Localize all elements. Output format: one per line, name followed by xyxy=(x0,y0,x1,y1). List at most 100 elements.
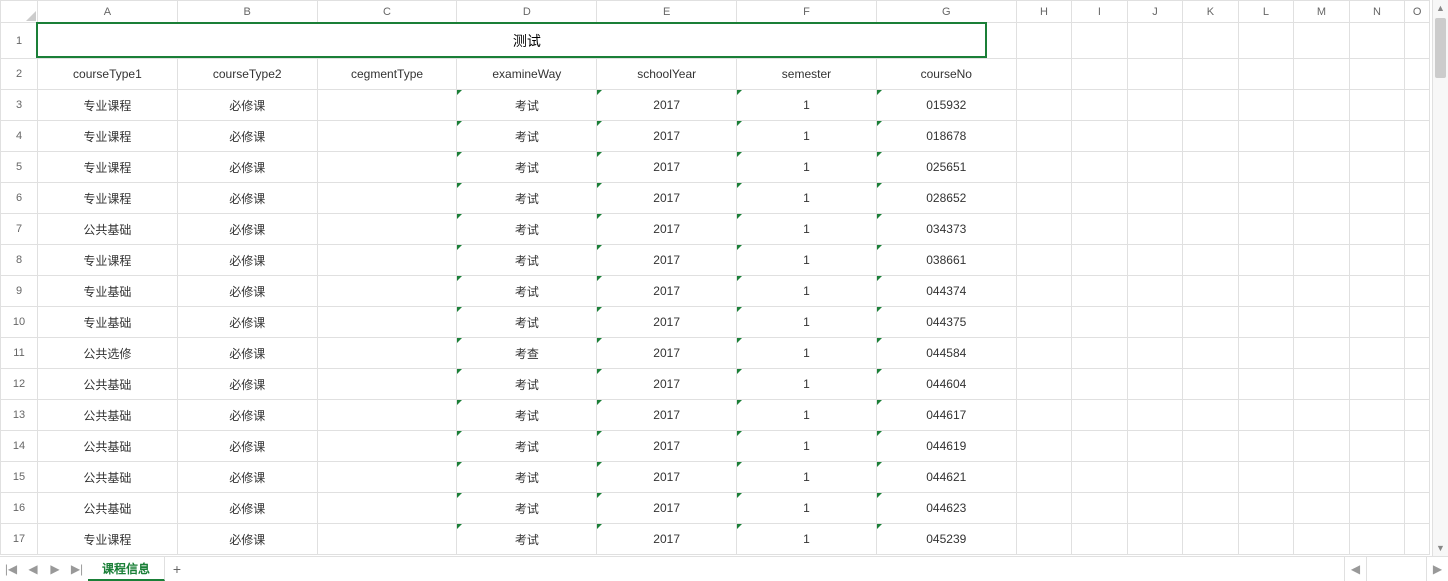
cell-L8[interactable] xyxy=(1238,245,1294,276)
add-sheet-button[interactable]: + xyxy=(165,561,189,577)
cell-H10[interactable] xyxy=(1016,307,1072,338)
cell-J3[interactable] xyxy=(1127,90,1183,121)
col-header-J[interactable]: J xyxy=(1127,1,1183,23)
cell-B11[interactable]: 必修课 xyxy=(177,338,317,369)
cell-N3[interactable] xyxy=(1349,90,1405,121)
cell-B10[interactable]: 必修课 xyxy=(177,307,317,338)
cell-H16[interactable] xyxy=(1016,493,1072,524)
cell-F4[interactable]: 1 xyxy=(737,121,877,152)
cell-N7[interactable] xyxy=(1349,214,1405,245)
row-header-13[interactable]: 13 xyxy=(1,400,38,431)
cell-M5[interactable] xyxy=(1294,152,1350,183)
cell-N9[interactable] xyxy=(1349,276,1405,307)
select-all-corner[interactable] xyxy=(1,1,38,23)
cell-J14[interactable] xyxy=(1127,431,1183,462)
cell-N4[interactable] xyxy=(1349,121,1405,152)
cell-G9[interactable]: 044374 xyxy=(876,276,1016,307)
cell-H1[interactable] xyxy=(1016,23,1072,59)
cell-F3[interactable]: 1 xyxy=(737,90,877,121)
cell-E9[interactable]: 2017 xyxy=(597,276,737,307)
cell-A8[interactable]: 专业课程 xyxy=(38,245,178,276)
cell-F11[interactable]: 1 xyxy=(737,338,877,369)
col-header-O[interactable]: O xyxy=(1405,1,1430,23)
cell-D3[interactable]: 考试 xyxy=(457,90,597,121)
cell-F9[interactable]: 1 xyxy=(737,276,877,307)
cell-H11[interactable] xyxy=(1016,338,1072,369)
col-header-G[interactable]: G xyxy=(876,1,1016,23)
cell-C10[interactable] xyxy=(317,307,457,338)
row-header-16[interactable]: 16 xyxy=(1,493,38,524)
cell-I17[interactable] xyxy=(1072,524,1128,555)
cell-H13[interactable] xyxy=(1016,400,1072,431)
cell-K7[interactable] xyxy=(1183,214,1239,245)
cell-H4[interactable] xyxy=(1016,121,1072,152)
cell-J2[interactable] xyxy=(1127,59,1183,90)
cell-I6[interactable] xyxy=(1072,183,1128,214)
col-header-I[interactable]: I xyxy=(1072,1,1128,23)
cell-K16[interactable] xyxy=(1183,493,1239,524)
row-header-4[interactable]: 4 xyxy=(1,121,38,152)
cell-E4[interactable]: 2017 xyxy=(597,121,737,152)
cell-F10[interactable]: 1 xyxy=(737,307,877,338)
cell-O5[interactable] xyxy=(1405,152,1430,183)
cell-A3[interactable]: 专业课程 xyxy=(38,90,178,121)
cell-J12[interactable] xyxy=(1127,369,1183,400)
cell-H3[interactable] xyxy=(1016,90,1072,121)
cell-D17[interactable]: 考试 xyxy=(457,524,597,555)
cell-B9[interactable]: 必修课 xyxy=(177,276,317,307)
cell-D16[interactable]: 考试 xyxy=(457,493,597,524)
cell-F8[interactable]: 1 xyxy=(737,245,877,276)
cell-K10[interactable] xyxy=(1183,307,1239,338)
cell-J16[interactable] xyxy=(1127,493,1183,524)
cell-I13[interactable] xyxy=(1072,400,1128,431)
cell-A12[interactable]: 公共基础 xyxy=(38,369,178,400)
cell-I4[interactable] xyxy=(1072,121,1128,152)
cell-D13[interactable]: 考试 xyxy=(457,400,597,431)
cell-C6[interactable] xyxy=(317,183,457,214)
cell-L17[interactable] xyxy=(1238,524,1294,555)
cell-O3[interactable] xyxy=(1405,90,1430,121)
cell-C15[interactable] xyxy=(317,462,457,493)
col-header-A[interactable]: A xyxy=(38,1,178,23)
cell-K15[interactable] xyxy=(1183,462,1239,493)
row-header-11[interactable]: 11 xyxy=(1,338,38,369)
cell-E10[interactable]: 2017 xyxy=(597,307,737,338)
tab-nav-last[interactable]: ▶| xyxy=(66,557,88,581)
row-header-2[interactable]: 2 xyxy=(1,59,38,90)
cell-H6[interactable] xyxy=(1016,183,1072,214)
cell-O7[interactable] xyxy=(1405,214,1430,245)
cell-N17[interactable] xyxy=(1349,524,1405,555)
cell-L4[interactable] xyxy=(1238,121,1294,152)
cell-M9[interactable] xyxy=(1294,276,1350,307)
cell-N6[interactable] xyxy=(1349,183,1405,214)
cell-C2[interactable]: cegmentType xyxy=(317,59,457,90)
cell-M3[interactable] xyxy=(1294,90,1350,121)
cell-O1[interactable] xyxy=(1405,23,1430,59)
cell-B4[interactable]: 必修课 xyxy=(177,121,317,152)
spreadsheet-area[interactable]: ABCDEFGHIJKLMNO1测试2courseType1courseType… xyxy=(0,0,1448,556)
cell-C11[interactable] xyxy=(317,338,457,369)
cell-G12[interactable]: 044604 xyxy=(876,369,1016,400)
cell-O15[interactable] xyxy=(1405,462,1430,493)
cell-I14[interactable] xyxy=(1072,431,1128,462)
col-header-E[interactable]: E xyxy=(597,1,737,23)
row-header-10[interactable]: 10 xyxy=(1,307,38,338)
cell-M7[interactable] xyxy=(1294,214,1350,245)
cell-J15[interactable] xyxy=(1127,462,1183,493)
scroll-down-button[interactable]: ▼ xyxy=(1433,540,1448,556)
cell-D6[interactable]: 考试 xyxy=(457,183,597,214)
cell-N14[interactable] xyxy=(1349,431,1405,462)
cell-I9[interactable] xyxy=(1072,276,1128,307)
cell-J9[interactable] xyxy=(1127,276,1183,307)
cell-H17[interactable] xyxy=(1016,524,1072,555)
cell-G8[interactable]: 038661 xyxy=(876,245,1016,276)
cell-B12[interactable]: 必修课 xyxy=(177,369,317,400)
cell-C7[interactable] xyxy=(317,214,457,245)
cell-F12[interactable]: 1 xyxy=(737,369,877,400)
tab-nav-prev[interactable]: ◀ xyxy=(22,557,44,581)
cell-I8[interactable] xyxy=(1072,245,1128,276)
cell-O16[interactable] xyxy=(1405,493,1430,524)
cell-O4[interactable] xyxy=(1405,121,1430,152)
row-header-5[interactable]: 5 xyxy=(1,152,38,183)
cell-F5[interactable]: 1 xyxy=(737,152,877,183)
